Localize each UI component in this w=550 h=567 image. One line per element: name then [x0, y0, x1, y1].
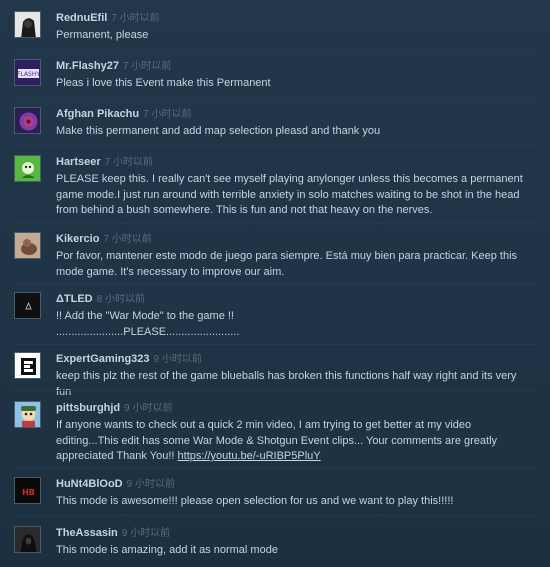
comment-text: !! Add the "War Mode" to the game !!	[56, 310, 234, 322]
comment-timestamp: 7 小时以前	[122, 61, 172, 72]
avatar[interactable]	[14, 401, 41, 428]
comment-timestamp: 7 小时以前	[104, 157, 153, 168]
comment-timestamp: 9 小时以前	[126, 479, 175, 490]
comment-timestamp: 8 小时以前	[96, 294, 145, 305]
comment-text: Make this permanent and add map selectio…	[56, 125, 381, 137]
avatar[interactable]	[14, 526, 41, 553]
comment-author[interactable]: HuNt4BlOoD	[56, 478, 123, 490]
svg-text:HB: HB	[22, 488, 35, 497]
divider	[14, 144, 536, 145]
comment-text: PLEASE keep this. I really can't see mys…	[56, 173, 523, 216]
video-link[interactable]: https://youtu.be/-uRIBP5PluY	[178, 450, 321, 462]
avatar[interactable]	[14, 155, 41, 182]
avatar[interactable]	[14, 11, 41, 38]
divider	[14, 223, 536, 224]
divider	[14, 515, 536, 516]
comment-author[interactable]: ΔTLED	[56, 293, 93, 305]
divider	[14, 284, 536, 285]
comment-text: This mode is awesome!!! please open sele…	[56, 495, 454, 507]
comment-author[interactable]: pittsburghjd	[56, 402, 120, 414]
avatar[interactable]	[14, 232, 41, 259]
comment-list: RednuEfil 7 小时以前 Permanent, please FLASHY…	[0, 0, 550, 567]
comment-text-line2: ......................PLEASE............…	[56, 325, 240, 338]
comment-text: Por favor, mantener este modo de juego p…	[56, 250, 518, 278]
comment-text: Permanent, please	[56, 29, 149, 41]
comment-timestamp: 9 小时以前	[124, 403, 173, 414]
comment-timestamp: 7 小时以前	[103, 234, 152, 245]
comment-author[interactable]: TheAssasin	[56, 527, 118, 539]
avatar[interactable]: FLASHY	[14, 59, 41, 86]
comment-text: keep this plz the rest of the game blueb…	[56, 370, 517, 398]
avatar[interactable]: HB	[14, 477, 41, 504]
comment-timestamp: 7 小时以前	[111, 13, 160, 24]
svg-text:FLASHY: FLASHY	[17, 71, 40, 78]
avatar[interactable]	[14, 292, 41, 319]
avatar[interactable]	[14, 352, 41, 379]
comment-timestamp: 9 小时以前	[153, 354, 202, 365]
divider	[14, 390, 536, 391]
divider	[14, 344, 536, 345]
comment-timestamp: 7 小时以前	[143, 109, 192, 120]
divider	[14, 96, 536, 97]
comment-author[interactable]: Afghan Pikachu	[56, 108, 139, 120]
comment-author[interactable]: Hartseer	[56, 156, 101, 168]
avatar[interactable]	[14, 107, 41, 134]
comment-text: If anyone wants to check out a quick 2 m…	[56, 418, 532, 465]
comment-author[interactable]: RednuEfil	[56, 12, 107, 24]
divider	[14, 48, 536, 49]
comment-author[interactable]: ExpertGaming323	[56, 353, 150, 365]
comment-timestamp: 9 小时以前	[121, 528, 171, 539]
comment-author[interactable]: Mr.Flashy27	[56, 60, 119, 72]
comment-author[interactable]: Kikercio	[56, 233, 99, 245]
comment-text: Pleas i love this Event make this Perman…	[56, 77, 271, 89]
divider	[14, 468, 536, 469]
comment-text: This mode is amazing, add it as normal m…	[56, 544, 278, 556]
